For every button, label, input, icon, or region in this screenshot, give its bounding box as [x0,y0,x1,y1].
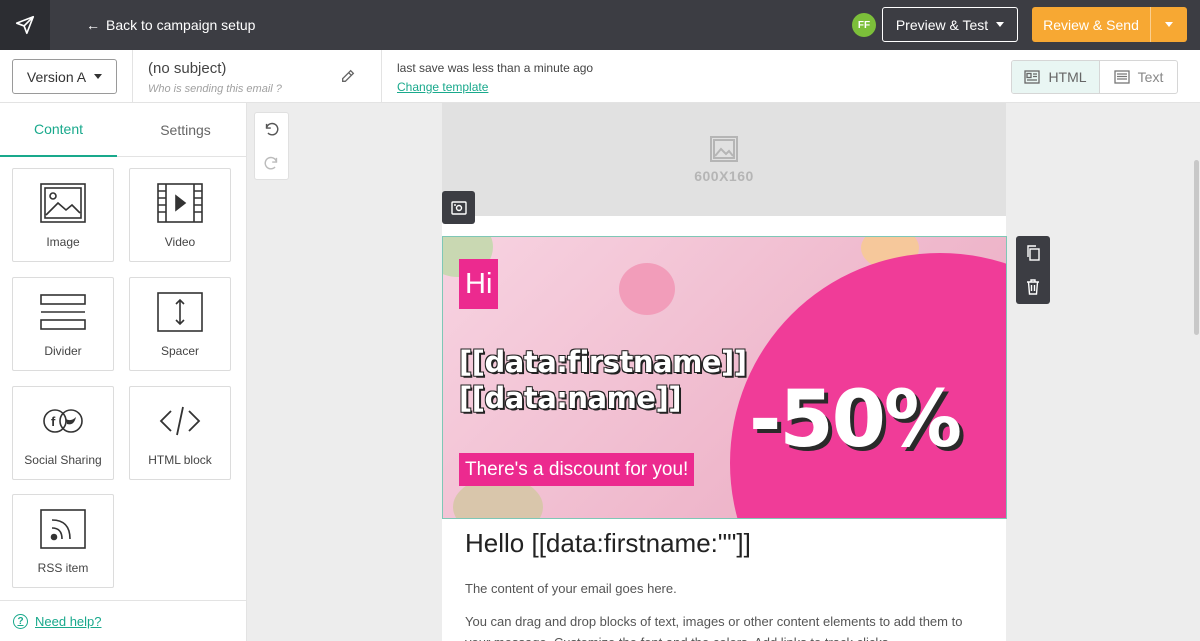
review-label: Review & Send [1043,16,1139,33]
preview-label: Preview & Test [895,16,989,33]
text-doc-icon [1114,70,1130,84]
history-controls [254,112,289,180]
pencil-icon [342,69,355,82]
tab-content[interactable]: Content [0,103,117,157]
edit-subject-button[interactable] [340,68,356,89]
email-paragraph[interactable]: The content of your email goes here. [465,581,677,596]
html-format-button[interactable]: HTML [1012,61,1100,93]
block-label: Divider [44,344,82,358]
duplicate-button[interactable] [1016,236,1050,270]
merge-tag-name: [[data:name]] [459,381,681,415]
avatar[interactable]: FF [852,13,876,37]
block-label: Image [46,235,80,249]
block-label: HTML block [148,453,212,467]
text-label: Text [1137,69,1164,85]
version-label: Version A [26,68,87,85]
back-label: Back to campaign setup [106,17,256,33]
subject-field[interactable]: (no subject) [148,60,226,77]
review-send-button[interactable]: Review & Send [1032,7,1187,42]
block-spacer[interactable]: Spacer [129,277,231,371]
block-html[interactable]: HTML block [129,386,231,480]
block-label: Social Sharing [24,453,102,467]
svg-text:f: f [51,414,56,429]
preview-test-button[interactable]: Preview & Test [882,7,1018,42]
scrollbar[interactable] [1194,160,1199,335]
divider-icon [40,294,86,330]
block-social-sharing[interactable]: f Social Sharing [12,386,114,480]
back-to-campaign-link[interactable]: ← Back to campaign setup [86,0,255,50]
version-select[interactable]: Version A [12,59,117,94]
help-label: Need help? [35,614,102,629]
tab-settings[interactable]: Settings [127,103,244,157]
email-paragraph[interactable]: You can drag and drop blocks of text, im… [465,611,985,641]
save-status: last save was less than a minute ago [397,61,594,75]
block-label: RSS item [37,561,89,575]
code-icon [159,406,201,436]
placeholder-dimensions: 600X160 [694,167,754,184]
image-icon [710,135,738,162]
image-settings-icon [450,200,467,215]
block-rss[interactable]: RSS item [12,494,114,588]
chevron-down-icon [94,74,103,79]
trash-icon [1027,279,1039,295]
banner-greeting: Hi [459,259,499,309]
block-image[interactable]: Image [12,168,114,262]
content-sidebar: Content Settings Image Video Divider Spa… [0,103,247,641]
copy-icon [1026,245,1040,261]
redo-icon [264,156,278,170]
format-toggle: HTML Text [1011,60,1178,94]
image-icon [40,183,86,223]
need-help-link[interactable]: ? Need help? [13,614,102,629]
logo[interactable] [0,0,50,50]
divider [132,50,133,103]
change-template-link[interactable]: Change template [397,80,488,94]
discount-caption: There's a discount for you! [459,453,695,486]
text-format-button[interactable]: Text [1100,61,1177,93]
block-label: Spacer [160,344,200,358]
spacer-icon [157,292,203,332]
rss-icon [40,509,86,549]
html-label: HTML [1048,69,1087,85]
review-dropdown-toggle[interactable] [1151,22,1187,27]
macaron-decoration [619,263,675,315]
sidebar-tabs: Content Settings [0,103,246,157]
block-toolbar [1016,236,1050,304]
sender-field[interactable]: Who is sending this email ? [148,83,282,95]
block-label: Video [164,235,196,249]
social-sharing-icon: f [43,409,83,433]
divider [0,600,246,601]
email-heading[interactable]: Hello [[data:firstname:""]] [465,528,751,559]
arrow-left-icon: ← [86,17,100,33]
email-header-bar: Version A (no subject) Who is sending th… [0,50,1200,103]
redo-button[interactable] [255,147,288,180]
promo-banner[interactable]: Hi [[data:firstname]] [[data:name]] Ther… [442,236,1007,519]
block-divider[interactable]: Divider [12,277,114,371]
divider [381,50,382,103]
top-bar: ← Back to campaign setup FF Preview & Te… [0,0,1200,50]
help-icon: ? [13,614,28,629]
send-icon [15,15,35,35]
undo-button[interactable] [255,113,288,146]
image-settings-button[interactable] [442,191,475,224]
image-placeholder[interactable]: 600X160 [442,103,1006,216]
delete-button[interactable] [1016,270,1050,304]
video-icon [157,183,203,223]
discount-percent: -50% [749,375,962,465]
chevron-down-icon [996,22,1005,27]
chevron-down-icon [1165,22,1173,27]
html-doc-icon [1024,70,1041,84]
merge-tag-firstname: [[data:firstname]] [459,345,747,379]
undo-icon [265,122,279,136]
block-video[interactable]: Video [129,168,231,262]
